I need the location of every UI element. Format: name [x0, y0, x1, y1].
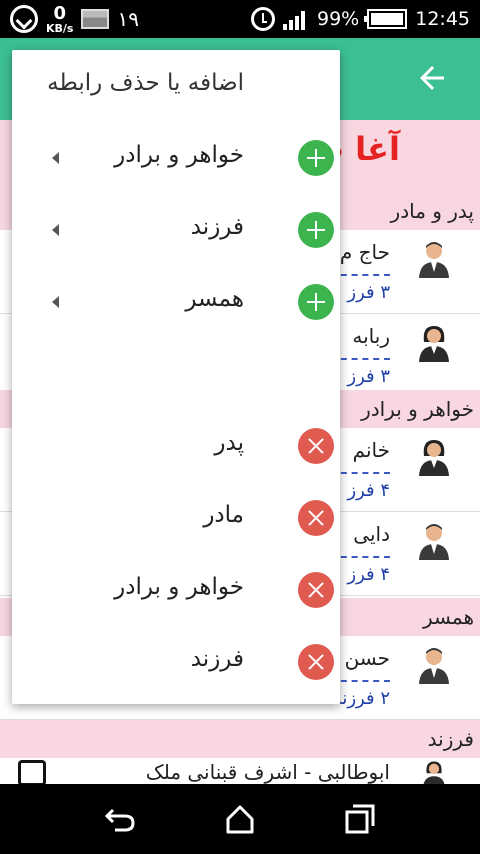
person-name: دایی — [353, 522, 390, 546]
remove-circle-icon — [298, 500, 334, 536]
children-count: ۳ فرز — [347, 282, 390, 303]
signal-icon — [283, 8, 309, 30]
menu-item-add-siblings[interactable]: خواهر و برادر — [12, 122, 340, 194]
add-circle-icon — [298, 284, 334, 320]
menu-item-label: پدر — [214, 430, 244, 456]
person-name: ربابه — [352, 324, 390, 348]
male-avatar-icon — [419, 524, 449, 560]
clock: 12:45 — [415, 8, 470, 30]
section-header-label: همسر — [423, 605, 474, 629]
arrow-left-icon[interactable] — [414, 60, 450, 96]
remove-circle-icon — [298, 572, 334, 608]
relation-popup-menu: اضافه یا حذف رابطه خواهر و برادر فرزند ه… — [12, 50, 340, 704]
section-header-label: پدر و مادر — [390, 199, 474, 223]
section-header-label: خواهر و برادر — [361, 397, 474, 421]
status-bar-left: 0 KB/s ۱۹ — [10, 0, 139, 38]
contact-card-icon[interactable] — [18, 760, 46, 784]
submenu-arrow-icon — [52, 296, 59, 308]
menu-item-label: مادر — [203, 502, 244, 528]
menu-item-add-child[interactable]: فرزند — [12, 194, 340, 266]
remove-circle-icon — [298, 644, 334, 680]
battery-percent: 99% — [317, 8, 360, 30]
menu-item-label: فرزند — [190, 646, 244, 672]
menu-item-remove-father[interactable]: پدر — [12, 410, 340, 482]
submenu-arrow-icon — [52, 224, 59, 236]
female-avatar-icon — [419, 326, 449, 362]
menu-item-remove-child[interactable]: فرزند — [12, 626, 340, 698]
list-item[interactable]: ابوطالبی - اشرف قبنانی ملک — [0, 758, 480, 784]
submenu-arrow-icon — [52, 152, 59, 164]
menu-item-remove-siblings[interactable]: خواهر و برادر — [12, 554, 340, 626]
back-nav-icon[interactable] — [103, 802, 137, 836]
battery-icon — [364, 9, 408, 29]
male-avatar-icon — [419, 648, 449, 684]
status-bar-right: 99% 12:45 — [251, 0, 470, 38]
children-count: ۳ فرز — [347, 366, 390, 387]
network-speed: 0 KB/s — [46, 2, 74, 35]
section-header-children: فرزند — [0, 720, 480, 758]
menu-item-label: خواهر و برادر — [114, 142, 244, 168]
status-bar: 0 KB/s ۱۹ 99% 12:45 — [0, 0, 480, 38]
network-speed-value: 0 — [53, 2, 66, 24]
notification-count: ۱۹ — [117, 7, 139, 31]
menu-item-label: فرزند — [190, 214, 244, 240]
children-count: ۴ فرز — [347, 564, 390, 585]
person-name: حسن — [344, 646, 390, 670]
person-name: ابوطالبی - اشرف قبنانی ملک — [145, 760, 390, 784]
recents-nav-icon[interactable] — [343, 802, 377, 836]
person-name: خانم — [352, 438, 390, 462]
navigation-bar — [0, 784, 480, 854]
popup-title: اضافه یا حذف رابطه — [47, 70, 244, 96]
add-circle-icon — [298, 212, 334, 248]
remove-circle-icon — [298, 428, 334, 464]
male-avatar-icon — [419, 242, 449, 278]
menu-item-remove-mother[interactable]: مادر — [12, 482, 340, 554]
menu-item-label: همسر — [185, 286, 244, 312]
person-name: حاج م — [339, 240, 390, 264]
menu-item-add-spouse[interactable]: همسر — [12, 266, 340, 338]
female-avatar-icon — [423, 761, 445, 784]
children-count: ۴ فرز — [347, 480, 390, 501]
female-avatar-icon — [419, 440, 449, 476]
image-icon — [81, 9, 110, 29]
sync-icon — [10, 5, 38, 33]
children-count: ۲ فرزند — [332, 688, 390, 709]
menu-item-label: خواهر و برادر — [114, 574, 244, 600]
alarm-icon — [251, 7, 275, 31]
network-speed-unit: KB/s — [46, 21, 74, 35]
section-header-label: فرزند — [427, 727, 474, 751]
add-circle-icon — [298, 140, 334, 176]
home-nav-icon[interactable] — [223, 802, 257, 836]
